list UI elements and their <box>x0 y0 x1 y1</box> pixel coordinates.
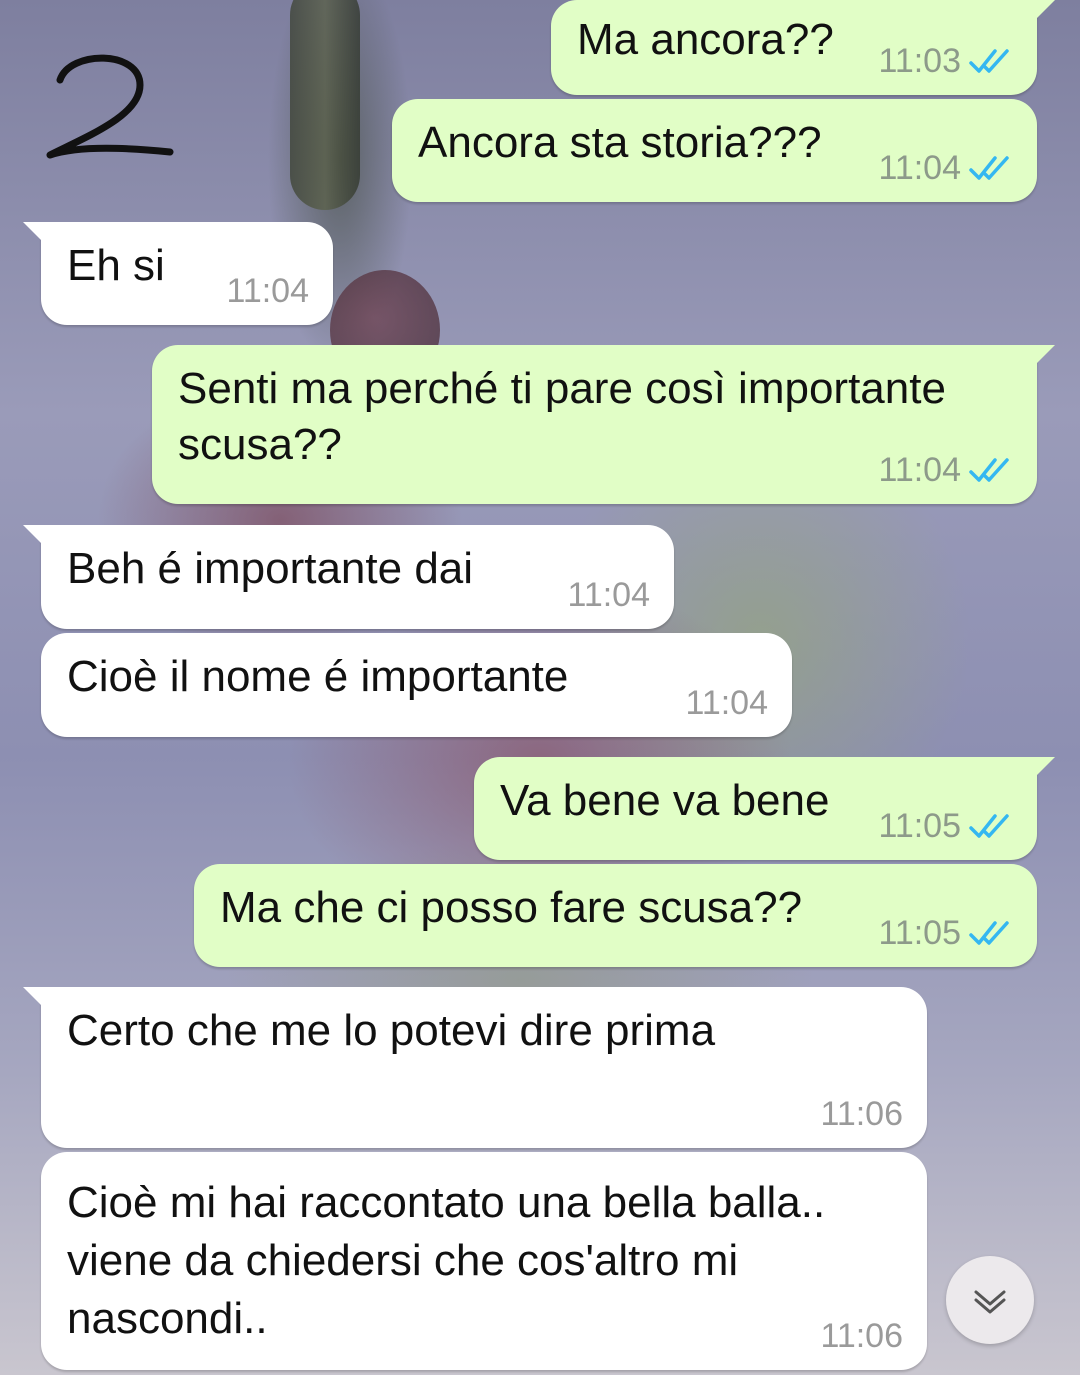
message-text: Certo che me lo potevi dire prima <box>67 1006 716 1055</box>
message-meta: 11:05 <box>878 806 1013 846</box>
message-meta: 11:04 <box>226 271 309 311</box>
message-text: Cioè mi hai raccontato una bella balla..… <box>67 1178 838 1343</box>
bubble-tail <box>1033 757 1055 779</box>
message-meta: 11:06 <box>820 1316 903 1356</box>
double-check-icon <box>969 814 1009 838</box>
outgoing-message[interactable]: Ancora sta storia??? 11:04 <box>392 99 1037 202</box>
message-meta: 11:06 <box>820 1094 903 1134</box>
message-time: 11:05 <box>878 914 961 952</box>
message-list[interactable]: Ma ancora?? 11:03 Ancora sta storia??? 1… <box>0 0 1080 1375</box>
outgoing-message[interactable]: Senti ma perché ti pare così importante … <box>152 345 1055 504</box>
outgoing-message[interactable]: Va bene va bene 11:05 <box>474 757 1055 860</box>
message-text: Cioè il nome é importante <box>67 652 569 701</box>
message-meta: 11:05 <box>878 913 1013 953</box>
outgoing-message[interactable]: Ma che ci posso fare scusa?? 11:05 <box>194 864 1037 967</box>
bubble-tail <box>1033 0 1055 22</box>
message-text: Beh é importante dai <box>67 544 474 593</box>
message-meta: 11:04 <box>567 575 650 615</box>
incoming-message[interactable]: Cioè il nome é importante 11:04 <box>41 633 792 737</box>
message-time: 11:04 <box>567 576 650 614</box>
double-check-icon <box>969 458 1009 482</box>
incoming-message[interactable]: Eh si 11:04 <box>23 222 333 325</box>
message-meta: 11:04 <box>878 450 1013 490</box>
bubble-tail <box>23 525 45 547</box>
double-check-icon <box>969 921 1009 945</box>
double-check-icon <box>969 156 1009 180</box>
incoming-message[interactable]: Certo che me lo potevi dire prima 11:06 <box>23 987 927 1148</box>
message-meta: 11:03 <box>878 41 1013 81</box>
incoming-message[interactable]: Beh é importante dai 11:04 <box>23 525 674 629</box>
message-time: 11:04 <box>878 451 961 489</box>
message-time: 11:03 <box>878 42 961 80</box>
message-time: 11:04 <box>226 272 309 310</box>
message-time: 11:04 <box>685 684 768 722</box>
scroll-to-bottom-button[interactable] <box>946 1256 1034 1344</box>
bubble-tail <box>23 222 45 244</box>
message-time: 11:05 <box>878 807 961 845</box>
message-time: 11:04 <box>878 149 961 187</box>
message-meta: 11:04 <box>878 148 1013 188</box>
bubble-tail <box>23 987 45 1009</box>
chevron-down-icon <box>974 1290 1006 1314</box>
message-time: 11:06 <box>820 1095 903 1133</box>
message-time: 11:06 <box>820 1317 903 1355</box>
message-meta: 11:04 <box>685 683 768 723</box>
outgoing-message[interactable]: Ma ancora?? 11:03 <box>551 0 1055 95</box>
double-check-icon <box>969 49 1009 73</box>
bubble-tail <box>1033 345 1055 367</box>
incoming-message[interactable]: Cioè mi hai raccontato una bella balla..… <box>41 1152 927 1370</box>
